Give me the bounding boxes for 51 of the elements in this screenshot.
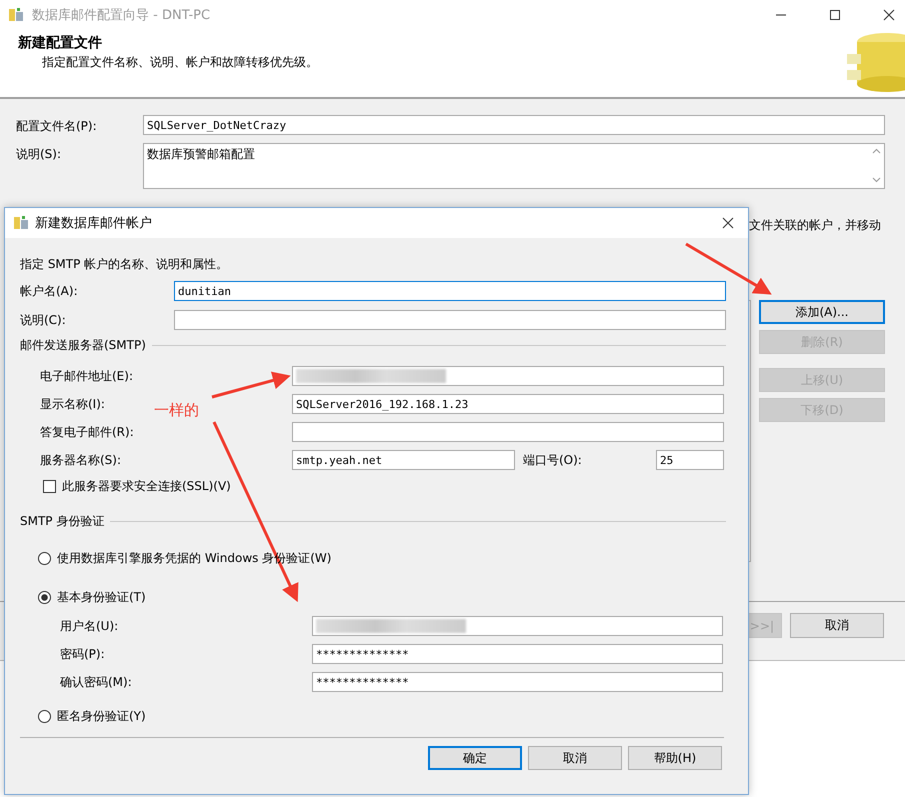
page-subtitle: 指定配置文件名称、说明、帐户和故障转移优先级。 bbox=[41, 54, 318, 71]
close-icon[interactable] bbox=[722, 217, 734, 229]
window-title: 数据库邮件配置向导 - DNT-PC bbox=[32, 7, 210, 24]
group-title: 邮件发送服务器(SMTP) bbox=[20, 337, 146, 354]
app-icon bbox=[13, 215, 29, 231]
accounts-description: 文件关联的帐户，并移动 bbox=[749, 217, 882, 234]
group-title: SMTP 身份验证 bbox=[20, 513, 104, 530]
field-label: 显示名称(I): bbox=[40, 396, 105, 412]
input-field[interactable] bbox=[174, 310, 726, 330]
app-icon bbox=[8, 7, 24, 23]
input-field[interactable]: SQLServer2016_192.168.1.23 bbox=[292, 394, 724, 414]
annotation-text: 一样的 bbox=[154, 401, 199, 420]
field-label: 答复电子邮件(R): bbox=[40, 424, 134, 440]
input-field[interactable] bbox=[312, 616, 723, 636]
checkbox[interactable] bbox=[43, 480, 56, 493]
input-field[interactable] bbox=[292, 422, 724, 442]
field-label: 帐户名(A): bbox=[20, 282, 79, 300]
instruction-text: 指定 SMTP 帐户的名称、说明和属性。 bbox=[20, 256, 230, 273]
dialog-button[interactable]: 帮助(H) bbox=[628, 746, 722, 770]
input-field[interactable]: dunitian bbox=[174, 281, 726, 301]
radio-label: 匿名身份验证(Y) bbox=[57, 708, 146, 725]
dialog-button[interactable]: 取消 bbox=[528, 746, 622, 770]
radio-button[interactable] bbox=[38, 552, 51, 565]
field-label: 服务器名称(S): bbox=[40, 452, 122, 468]
radio-label: 基本身份验证(T) bbox=[57, 589, 146, 606]
wizard-button[interactable]: 取消 bbox=[790, 613, 884, 638]
dialog-button[interactable]: 确定 bbox=[428, 746, 522, 770]
field-label: 配置文件名(P): bbox=[16, 118, 98, 135]
input-field[interactable] bbox=[292, 366, 724, 386]
field-label: 说明(C): bbox=[20, 312, 67, 328]
input-field[interactable]: ************** bbox=[312, 672, 723, 692]
port-field[interactable]: 25 bbox=[656, 450, 724, 470]
profile-name-field[interactable]: SQLServer_DotNetCrazy bbox=[143, 115, 885, 135]
field-label: 密码(P): bbox=[60, 646, 105, 662]
page-title: 新建配置文件 bbox=[18, 34, 103, 52]
checkbox-label: 此服务器要求安全连接(SSL)(V) bbox=[62, 478, 231, 495]
radio-button[interactable] bbox=[38, 591, 51, 604]
maximize-icon[interactable] bbox=[829, 9, 841, 21]
description-textarea[interactable]: 数据库预警邮箱配置 bbox=[143, 143, 885, 189]
account-button[interactable]: 添加(A)... bbox=[759, 300, 885, 324]
input-field[interactable]: smtp.yeah.net bbox=[292, 450, 515, 470]
close-icon[interactable] bbox=[883, 9, 895, 21]
field-label: 确认密码(M): bbox=[60, 674, 132, 690]
dialog-title: 新建数据库邮件帐户 bbox=[35, 215, 152, 232]
field-label: 说明(S): bbox=[16, 146, 62, 163]
field-label: 电子邮件地址(E): bbox=[40, 368, 133, 384]
field-label: 用户名(U): bbox=[60, 618, 118, 634]
database-icon bbox=[847, 32, 905, 92]
input-field[interactable]: ************** bbox=[312, 644, 723, 664]
field-label: 端口号(O): bbox=[523, 452, 583, 468]
radio-button[interactable] bbox=[38, 710, 51, 723]
